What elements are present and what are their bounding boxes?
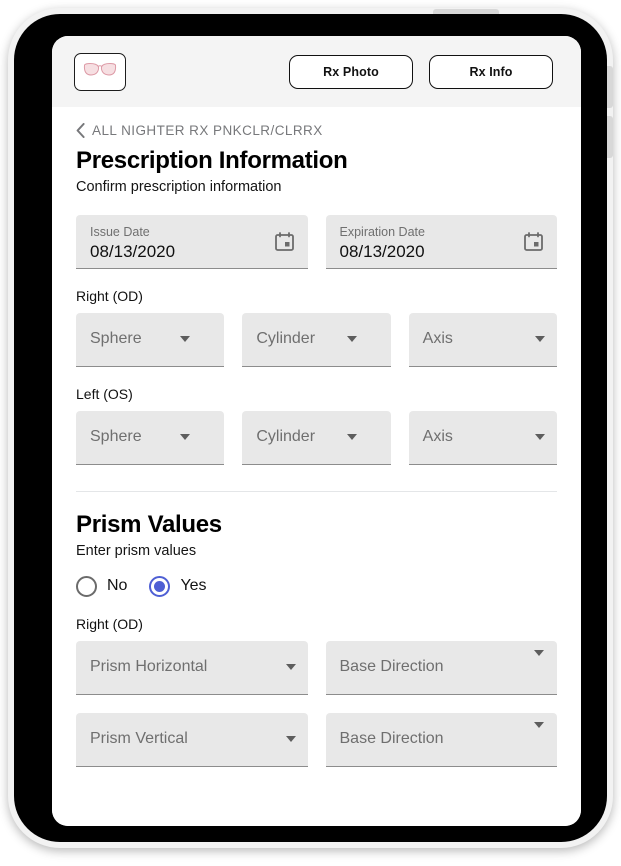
prism-vertical-select[interactable]: Prism Vertical — [76, 712, 308, 767]
prism-vertical-placeholder: Prism Vertical — [90, 730, 188, 748]
expiration-date-field[interactable]: Expiration Date 08/13/2020 — [325, 214, 557, 269]
right-sphere-select[interactable]: Sphere — [76, 312, 225, 367]
radio-checked-icon[interactable] — [149, 575, 171, 597]
chevron-down-icon[interactable] — [346, 336, 357, 343]
issue-date-value: 08/13/2020 — [90, 241, 176, 261]
main-content: ALL NIGHTER RX PNKCLR/CLRRX Prescription… — [52, 107, 581, 826]
chevron-down-icon[interactable] — [534, 649, 544, 656]
prism-values-subtitle: Enter prism values — [76, 542, 197, 559]
left-axis-placeholder: Axis — [422, 428, 453, 446]
prism-radio-yes[interactable]: Yes — [149, 575, 207, 597]
radio-unchecked-icon[interactable] — [76, 575, 97, 597]
left-cylinder-placeholder: Cylinder — [256, 428, 316, 446]
prism-horizontal-select[interactable]: Prism Horizontal — [76, 640, 308, 695]
chevron-down-icon[interactable] — [346, 434, 357, 441]
header-actions: Rx Photo Rx Info — [289, 54, 553, 89]
breadcrumb-label: ALL NIGHTER RX PNKCLR/CLRRX — [92, 123, 323, 138]
tablet-device-frame: Rx Photo Rx Info ALL NIGHTER RX PNKCLR/C… — [8, 8, 613, 848]
prism-vertical-base-direction-select[interactable]: Base Direction — [325, 712, 557, 767]
left-cylinder-select[interactable]: Cylinder — [242, 410, 391, 465]
prism-values-title: Prism Values — [76, 510, 222, 538]
left-sphere-select[interactable]: Sphere — [76, 410, 225, 465]
prism-right-eye-label: Right (OD) — [76, 615, 143, 632]
calendar-icon[interactable] — [274, 231, 294, 257]
breadcrumb[interactable]: ALL NIGHTER RX PNKCLR/CLRRX — [76, 123, 557, 138]
page-subtitle: Confirm prescription information — [76, 178, 282, 195]
chevron-down-icon[interactable] — [285, 664, 296, 671]
prism-radio-group: No Yes — [76, 575, 557, 597]
section-divider — [76, 490, 557, 492]
chevron-down-icon[interactable] — [534, 434, 545, 441]
expiration-date-label: Expiration Date — [339, 224, 425, 239]
chevron-down-icon[interactable] — [534, 336, 545, 343]
chevron-down-icon[interactable] — [285, 736, 296, 743]
right-axis-select[interactable]: Axis — [408, 312, 557, 367]
left-eye-fields-row: Sphere Cylinder Axis — [76, 410, 557, 465]
issue-date-label: Issue Date — [90, 224, 150, 239]
prism-radio-yes-label: Yes — [180, 577, 207, 595]
right-eye-fields-row: Sphere Cylinder Axis — [76, 312, 557, 367]
prism-radio-no[interactable]: No — [76, 575, 128, 597]
volume-down-button[interactable] — [606, 116, 613, 158]
prism-vertical-base-direction-placeholder: Base Direction — [339, 730, 444, 748]
app-header: Rx Photo Rx Info — [52, 36, 581, 107]
left-eye-label: Left (OS) — [76, 385, 133, 402]
rx-photo-button[interactable]: Rx Photo — [289, 54, 413, 89]
right-sphere-placeholder: Sphere — [90, 330, 142, 348]
chevron-down-icon[interactable] — [180, 434, 191, 441]
device-bezel: Rx Photo Rx Info ALL NIGHTER RX PNKCLR/C… — [14, 14, 607, 842]
prism-vertical-row: Prism Vertical Base Direction — [76, 712, 557, 767]
prism-radio-no-label: No — [107, 577, 128, 595]
date-fields-row: Issue Date 08/13/2020 Expiration Date 08… — [76, 214, 557, 269]
radio-dot — [154, 580, 166, 592]
product-thumbnail[interactable] — [74, 52, 126, 91]
device-screen: Rx Photo Rx Info ALL NIGHTER RX PNKCLR/C… — [52, 36, 581, 826]
chevron-down-icon[interactable] — [180, 336, 191, 343]
prism-horizontal-base-direction-placeholder: Base Direction — [339, 658, 444, 676]
chevron-left-icon[interactable] — [76, 123, 85, 138]
prism-horizontal-row: Prism Horizontal Base Direction — [76, 640, 557, 695]
calendar-icon[interactable] — [524, 231, 543, 257]
right-axis-placeholder: Axis — [422, 330, 453, 348]
issue-date-field[interactable]: Issue Date 08/13/2020 — [76, 214, 308, 269]
expiration-date-value: 08/13/2020 — [339, 241, 425, 261]
right-cylinder-placeholder: Cylinder — [256, 330, 316, 348]
page-title: Prescription Information — [76, 147, 348, 174]
prism-horizontal-base-direction-select[interactable]: Base Direction — [325, 640, 557, 695]
eyeglasses-icon — [83, 62, 117, 82]
rx-info-button[interactable]: Rx Info — [429, 54, 553, 89]
prism-horizontal-placeholder: Prism Horizontal — [90, 658, 208, 676]
right-cylinder-select[interactable]: Cylinder — [242, 312, 391, 367]
left-sphere-placeholder: Sphere — [90, 428, 142, 446]
left-axis-select[interactable]: Axis — [408, 410, 557, 465]
right-eye-label: Right (OD) — [76, 287, 143, 304]
volume-up-button[interactable] — [606, 66, 613, 108]
chevron-down-icon[interactable] — [534, 721, 544, 728]
